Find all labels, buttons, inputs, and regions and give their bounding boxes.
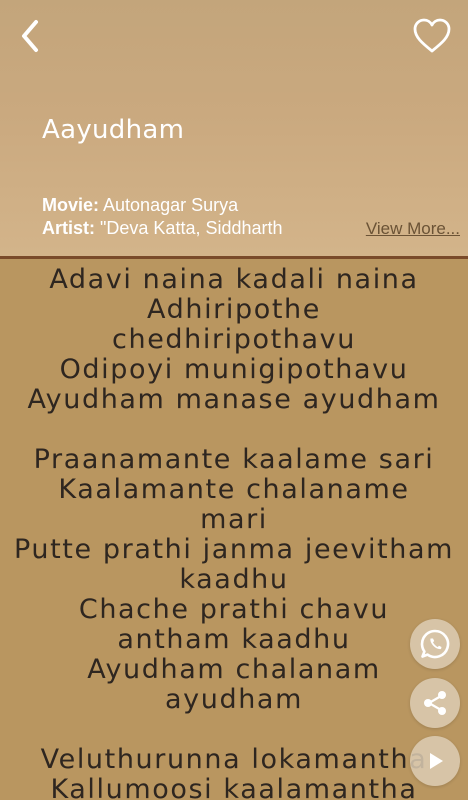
movie-value: Autonagar Surya [103,195,239,215]
play-icon [430,753,443,769]
lyrics-panel[interactable]: Adavi naina kadali naina Adhiripothe che… [0,259,468,800]
play-button[interactable] [410,736,460,786]
back-button[interactable] [14,14,54,58]
whatsapp-share-button[interactable] [410,619,460,669]
song-title: Aayudham [42,115,185,145]
movie-label: Movie: [42,195,100,215]
lyrics-text: Adavi naina kadali naina Adhiripothe che… [14,264,454,800]
whatsapp-icon [420,629,450,659]
artist-info: Artist: "Deva Katta, Siddharth [42,218,283,239]
back-arrow-icon [22,20,38,52]
favorite-button[interactable] [410,14,454,58]
heart-outline-icon [413,18,451,53]
share-button[interactable] [410,678,460,728]
movie-info: Movie: Autonagar Surya [42,195,238,216]
artist-value: "Deva Katta, Siddharth [100,218,283,238]
share-icon [424,691,446,715]
artist-label: Artist: [42,218,95,238]
song-header: Aayudham Movie: Autonagar Surya Artist: … [0,0,468,256]
view-more-link[interactable]: View More... [366,219,460,239]
